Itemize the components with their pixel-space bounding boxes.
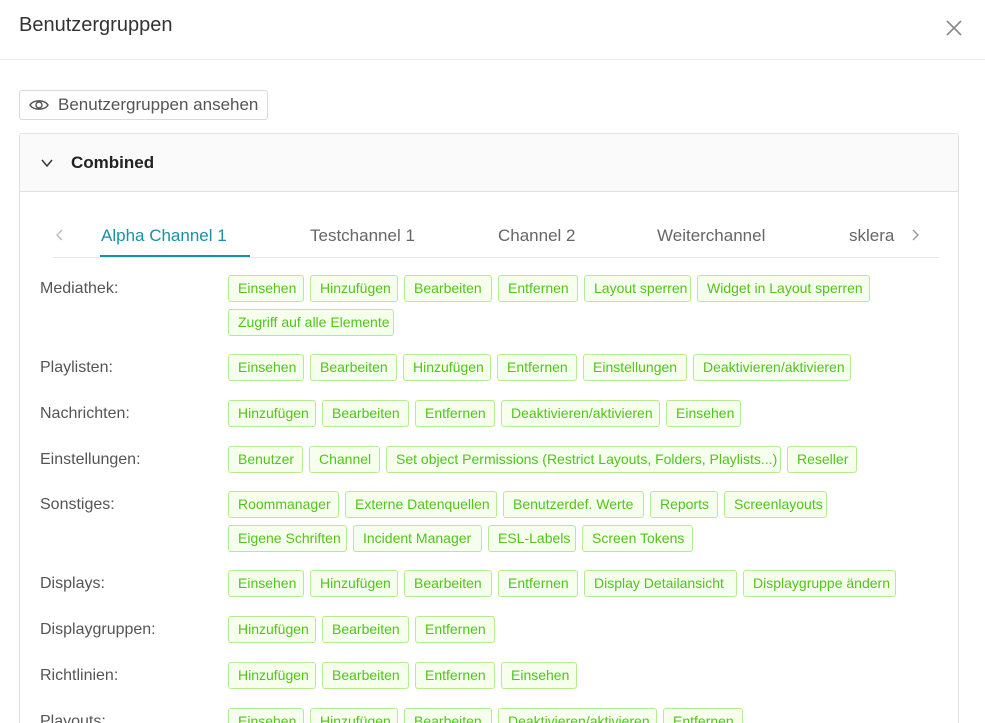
permission-tag[interactable]: Entfernen <box>415 400 495 427</box>
permission-tag[interactable]: Einsehen <box>228 708 304 723</box>
tab-sklera[interactable]: sklera <box>849 226 894 246</box>
permission-tag[interactable]: Entfernen <box>415 662 495 689</box>
permission-tag[interactable]: Display Detailansicht <box>584 570 737 597</box>
permission-tag[interactable]: Entfernen <box>498 275 578 302</box>
permission-tag[interactable]: Entfernen <box>415 616 495 643</box>
modal-title: Benutzergruppen <box>19 14 173 36</box>
permission-tag[interactable]: Einsehen <box>228 570 304 597</box>
permission-label: Mediathek: <box>40 280 119 297</box>
collapse-panel: Combined Alpha Channel 1 Testchannel 1 C… <box>19 133 959 723</box>
channel-tabs: Alpha Channel 1 Testchannel 1 Channel 2 … <box>53 218 939 258</box>
chevron-down-icon <box>41 159 53 167</box>
permission-tag[interactable]: ESL-Labels <box>488 525 576 552</box>
permission-tag[interactable]: Deaktivieren/aktivieren <box>693 354 851 381</box>
permission-tag[interactable]: Eigene Schriften <box>228 525 347 552</box>
permission-tag[interactable]: Set object Permissions (Restrict Layouts… <box>386 446 781 473</box>
permission-tag[interactable]: Benutzerdef. Werte <box>503 491 644 518</box>
eye-icon <box>29 100 49 110</box>
tab-channel-2[interactable]: Channel 2 <box>498 226 576 246</box>
permission-tag[interactable]: Externe Datenquellen <box>345 491 497 518</box>
permission-tag[interactable]: Einstellungen <box>583 354 687 381</box>
permission-label: Playouts: <box>40 713 106 723</box>
permission-tag[interactable]: Bearbeiten <box>404 570 492 597</box>
permission-tag[interactable]: Hinzufügen <box>228 662 316 689</box>
permission-tag[interactable]: Bearbeiten <box>310 354 397 381</box>
tab-alpha-channel-1[interactable]: Alpha Channel 1 <box>101 226 227 246</box>
view-usergroups-label: Benutzergruppen ansehen <box>58 95 259 114</box>
permission-tag[interactable]: Hinzufügen <box>310 570 398 597</box>
close-icon[interactable] <box>942 16 966 40</box>
permission-tag[interactable]: Entfernen <box>663 708 743 723</box>
permission-tag[interactable]: Hinzufügen <box>310 708 398 723</box>
permission-tag[interactable]: Reseller <box>787 446 857 473</box>
permission-tag[interactable]: Deaktivieren/aktivieren <box>498 708 657 723</box>
permission-tag[interactable]: Entfernen <box>497 354 577 381</box>
view-usergroups-button[interactable]: Benutzergruppen ansehen <box>19 90 269 120</box>
permission-tag[interactable]: Hinzufügen <box>403 354 491 381</box>
permission-tag[interactable]: Screenlayouts <box>724 491 827 518</box>
permission-tag[interactable]: Channel <box>309 446 380 473</box>
permission-tag[interactable]: Benutzer <box>228 446 303 473</box>
permission-tag[interactable]: Einsehen <box>666 400 741 427</box>
permission-tag[interactable]: Bearbeiten <box>404 275 492 302</box>
permission-tag[interactable]: Hinzufügen <box>228 616 316 643</box>
permission-label: Richtlinien: <box>40 667 119 684</box>
permission-tag[interactable]: Hinzufügen <box>228 400 316 427</box>
tab-testchannel-1[interactable]: Testchannel 1 <box>310 226 415 246</box>
permission-tag[interactable]: Bearbeiten <box>322 662 409 689</box>
permission-label: Nachrichten: <box>40 405 130 422</box>
permission-tag[interactable]: Bearbeiten <box>322 616 409 643</box>
permission-tag[interactable]: Einsehen <box>228 275 304 302</box>
permission-tag[interactable]: Entfernen <box>498 570 578 597</box>
permission-tag[interactable]: Zugriff auf alle Elemente <box>228 309 394 336</box>
permission-tag[interactable]: Einsehen <box>501 662 577 689</box>
permission-tag[interactable]: Roommanager <box>228 491 339 518</box>
permission-tag[interactable]: Einsehen <box>228 354 304 381</box>
permission-tag[interactable]: Deaktivieren/aktivieren <box>501 400 660 427</box>
chevron-right-icon[interactable] <box>908 228 922 242</box>
permission-label: Sonstiges: <box>40 496 115 513</box>
permission-tag[interactable]: Bearbeiten <box>322 400 409 427</box>
permission-tag[interactable]: Widget in Layout sperren <box>697 275 870 302</box>
modal-header: Benutzergruppen <box>0 0 985 60</box>
tab-weiterchannel[interactable]: Weiterchannel <box>657 226 765 246</box>
permission-label: Displays: <box>40 575 105 592</box>
panel-title: Combined <box>71 152 155 172</box>
permission-label: Playlisten: <box>40 359 113 376</box>
permission-tag[interactable]: Screen Tokens <box>582 525 693 552</box>
permission-label: Displaygruppen: <box>40 621 156 638</box>
permission-tag[interactable]: Hinzufügen <box>310 275 398 302</box>
permission-tag[interactable]: Layout sperren <box>584 275 691 302</box>
permission-tag[interactable]: Displaygruppe ändern <box>743 570 896 597</box>
active-tab-indicator <box>100 255 250 257</box>
permission-label: Einstellungen: <box>40 451 141 468</box>
permission-tag[interactable]: Bearbeiten <box>404 708 492 723</box>
chevron-left-icon[interactable] <box>53 228 67 242</box>
panel-header[interactable]: Combined <box>20 134 958 192</box>
permission-tag[interactable]: Reports <box>650 491 718 518</box>
permission-tag[interactable]: Incident Manager <box>353 525 482 552</box>
